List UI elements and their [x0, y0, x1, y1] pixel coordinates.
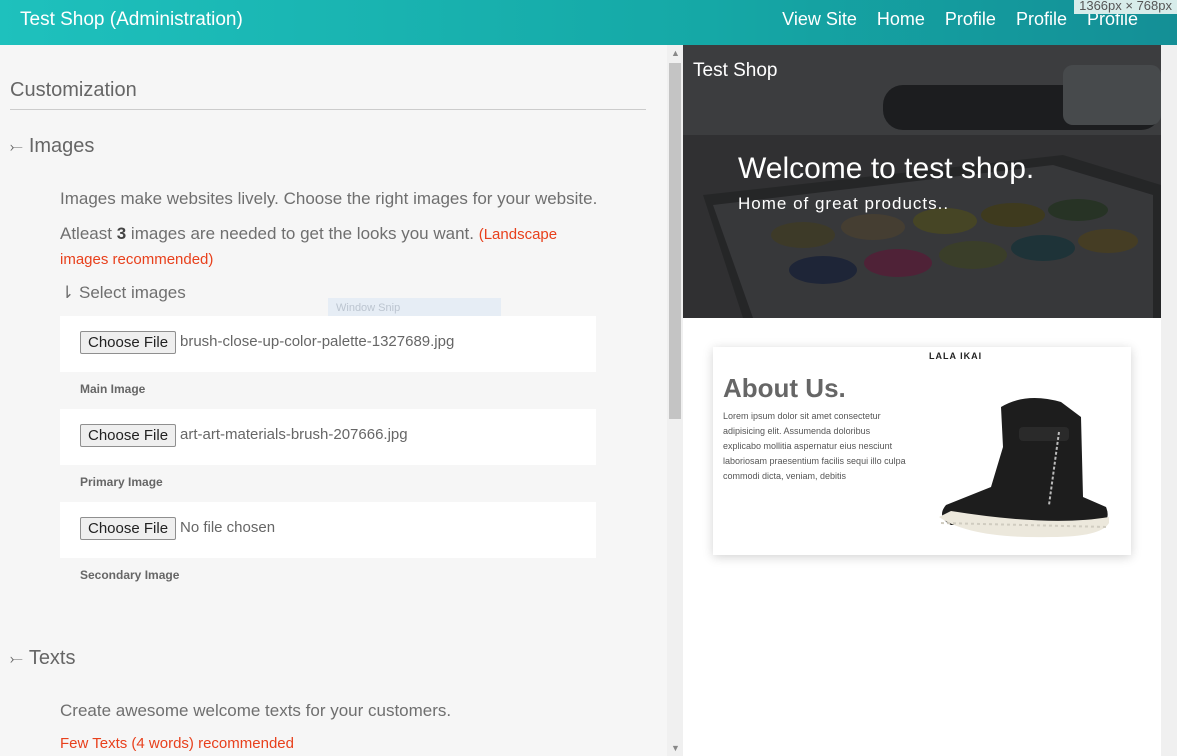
collapse-arrow-icon: ⤚ — [10, 139, 23, 156]
secondary-image-filename: No file chosen — [180, 519, 276, 536]
preview-scrollbar[interactable] — [1161, 45, 1177, 756]
brand-logo: LALA IKAI — [929, 351, 983, 361]
scroll-down-arrow-icon[interactable]: ▼ — [671, 743, 680, 753]
about-body: Lorem ipsum dolor sit amet consectetur a… — [723, 411, 906, 481]
main-image-label: Main Image — [80, 382, 146, 396]
main-image-upload: Choose File brush-close-up-color-palette… — [60, 316, 596, 372]
window-snip-overlay: Window Snip — [328, 298, 501, 318]
select-images-label: ⇂ Select images — [60, 283, 186, 303]
primary-image-upload: Choose File art-art-materials-brush-2076… — [60, 409, 596, 465]
title-divider — [10, 109, 646, 110]
page-title: Customization — [10, 79, 137, 101]
primary-image-label: Primary Image — [80, 475, 163, 489]
main-image-choose-button[interactable]: Choose File — [80, 331, 177, 354]
scroll-thumb[interactable] — [669, 63, 681, 419]
main-image-filename: brush-close-up-color-palette-1327689.jpg — [180, 333, 455, 350]
nav-view-site[interactable]: View Site — [782, 9, 857, 30]
secondary-image-label: Secondary Image — [80, 568, 180, 582]
top-bar: Test Shop (Administration) View Site Hom… — [0, 0, 1177, 45]
primary-image-filename: art-art-materials-brush-207666.jpg — [180, 426, 408, 443]
customization-panel: Customization ⤚ Images Images make websit… — [0, 45, 667, 756]
scroll-up-arrow-icon[interactable]: ▲ — [671, 48, 680, 58]
secondary-image-choose-button[interactable]: Choose File — [80, 517, 177, 540]
texts-recommend-note: Few Texts (4 words) recommended — [60, 735, 294, 752]
count-prefix: Atleast — [60, 224, 112, 243]
nav-profile-2[interactable]: Profile — [1016, 9, 1067, 30]
nav-profile[interactable]: Profile — [945, 9, 996, 30]
admin-title: Test Shop (Administration) — [20, 9, 243, 30]
images-intro: Images make websites lively. Choose the … — [60, 189, 598, 208]
site-preview: Test Shop Welcome to test shop. Home of … — [683, 45, 1161, 756]
count-value: 3 — [116, 224, 127, 243]
hero-title: Welcome to test shop. — [738, 152, 1035, 185]
texts-heading-label: Texts — [28, 647, 76, 669]
preview-brand[interactable]: Test Shop — [693, 60, 778, 82]
secondary-image-upload: Choose File No file chosen — [60, 502, 596, 558]
images-count-text: Atleast 3 images are needed to get the l… — [60, 221, 557, 248]
hero-banner: Test Shop Welcome to test shop. Home of … — [683, 45, 1161, 318]
hero-subtitle: Home of great products.. — [738, 194, 950, 213]
texts-heading[interactable]: ⤚ Texts — [10, 647, 76, 670]
sneaker-image — [939, 398, 1109, 538]
count-suffix: images are needed to get the looks you w… — [130, 224, 474, 243]
landscape-note: (Landscape — [478, 226, 558, 243]
primary-image-choose-button[interactable]: Choose File — [80, 424, 177, 447]
landscape-note-cont: images recommended) — [60, 251, 214, 268]
about-card: LALA IKAI About Us. Lorem ipsum dolor si… — [713, 347, 1131, 555]
images-heading[interactable]: ⤚ Images — [10, 135, 94, 158]
about-title: About Us. — [723, 373, 846, 403]
panel-scrollbar[interactable]: ▲ ▼ — [667, 45, 683, 756]
viewport-size-badge: 1366px × 768px — [1074, 0, 1177, 14]
images-heading-label: Images — [28, 135, 95, 157]
select-images-text: Select images — [78, 283, 186, 302]
down-arrow-icon: ⇂ — [60, 283, 75, 302]
collapse-arrow-icon: ⤚ — [10, 651, 23, 668]
texts-intro: Create awesome welcome texts for your cu… — [60, 701, 452, 720]
nav-home[interactable]: Home — [877, 9, 925, 30]
